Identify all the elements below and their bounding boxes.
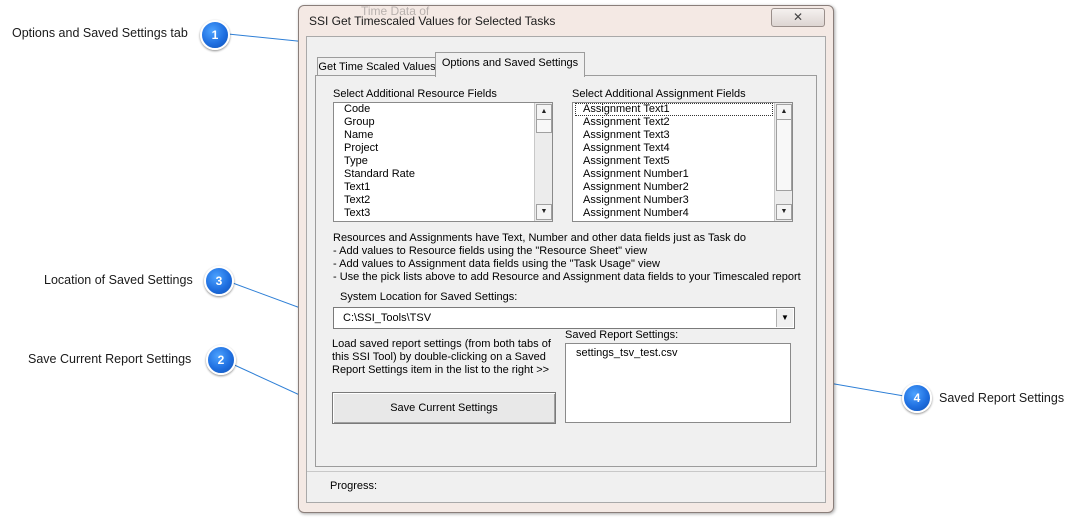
- assignment-fields-label: Select Additional Assignment Fields: [572, 88, 746, 100]
- load-text-line-1: Load saved report settings (from both ta…: [332, 338, 551, 350]
- status-divider: [307, 471, 825, 472]
- location-label: System Location for Saved Settings:: [340, 291, 518, 303]
- save-current-settings-button[interactable]: Save Current Settings: [332, 392, 556, 424]
- saved-settings-listbox[interactable]: settings_tsv_test.csv: [565, 343, 791, 423]
- close-icon: ✕: [792, 10, 804, 24]
- list-item[interactable]: Standard Rate: [334, 168, 535, 181]
- scroll-down-arrow-icon[interactable]: ▼: [536, 204, 552, 220]
- list-item[interactable]: Assignment Text3: [573, 129, 775, 142]
- progress-label: Progress:: [330, 480, 378, 492]
- title-bar[interactable]: Time Data of SSI Get Timescaled Values f…: [299, 4, 833, 36]
- scroll-up-arrow-icon[interactable]: ▲: [776, 104, 792, 120]
- location-combobox[interactable]: C:\SSI_Tools\TSV ▼: [333, 307, 795, 329]
- list-item[interactable]: Assignment Text1: [575, 103, 773, 116]
- list-item[interactable]: Text1: [334, 181, 535, 194]
- scroll-down-arrow-icon[interactable]: ▼: [776, 204, 792, 220]
- tab-panel-options: Select Additional Resource Fields Code G…: [315, 75, 817, 467]
- info-line-3: - Add values to Assignment data fields u…: [333, 258, 660, 270]
- list-item[interactable]: Code: [334, 103, 535, 116]
- info-line-2: - Add values to Resource fields using th…: [333, 245, 648, 257]
- callout-label-saved-report: Saved Report Settings: [939, 391, 1065, 405]
- assignment-fields-listbox[interactable]: Assignment Text1 Assignment Text2 Assign…: [572, 102, 793, 222]
- list-item[interactable]: Name: [334, 129, 535, 142]
- list-item[interactable]: Project: [334, 142, 535, 155]
- callout-label-options-tab: Options and Saved Settings tab: [12, 26, 188, 40]
- callout-badge-2: 2: [206, 345, 236, 375]
- list-item[interactable]: Text2: [334, 194, 535, 207]
- resource-fields-scrollbar[interactable]: ▲ ▼: [534, 103, 552, 221]
- list-item[interactable]: Assignment Number2: [573, 181, 775, 194]
- load-text-line-3: Report Settings item in the list to the …: [332, 364, 550, 376]
- location-value: C:\SSI_Tools\TSV: [343, 312, 432, 324]
- list-item[interactable]: settings_tsv_test.csv: [566, 347, 790, 360]
- scroll-thumb[interactable]: [776, 119, 792, 191]
- list-item[interactable]: Group: [334, 116, 535, 129]
- callout-badge-3: 3: [204, 266, 234, 296]
- window-title: SSI Get Timescaled Values for Selected T…: [309, 14, 556, 28]
- close-button[interactable]: ✕: [771, 8, 825, 27]
- tab-options-and-saved-settings[interactable]: Options and Saved Settings: [435, 52, 585, 77]
- callout-label-location: Location of Saved Settings: [44, 273, 193, 287]
- resource-fields-listbox[interactable]: Code Group Name Project Type Standard Ra…: [333, 102, 553, 222]
- load-text-line-2: this SSI Tool) by double-clicking on a S…: [332, 351, 546, 363]
- list-item[interactable]: Assignment Number3: [573, 194, 775, 207]
- list-item[interactable]: Assignment Number1: [573, 168, 775, 181]
- callout-badge-4: 4: [902, 383, 932, 413]
- list-item[interactable]: Assignment Text2: [573, 116, 775, 129]
- scroll-up-arrow-icon[interactable]: ▲: [536, 104, 552, 120]
- info-line-4: - Use the pick lists above to add Resour…: [333, 271, 801, 283]
- list-item[interactable]: Assignment Text4: [573, 142, 775, 155]
- list-item[interactable]: Text3: [334, 207, 535, 220]
- list-item[interactable]: Assignment Text5: [573, 155, 775, 168]
- info-line-1: Resources and Assignments have Text, Num…: [333, 232, 746, 244]
- callout-label-save-current: Save Current Report Settings: [28, 352, 192, 366]
- tab-get-time-scaled-values[interactable]: Get Time Scaled Values: [317, 57, 437, 75]
- resource-fields-label: Select Additional Resource Fields: [333, 88, 497, 100]
- assignment-fields-scrollbar[interactable]: ▲ ▼: [774, 103, 792, 221]
- saved-settings-label: Saved Report Settings:: [565, 329, 679, 341]
- dialog-window: Time Data of SSI Get Timescaled Values f…: [298, 4, 834, 513]
- chevron-down-icon[interactable]: ▼: [776, 309, 793, 327]
- callout-badge-1: 1: [200, 20, 230, 50]
- scroll-thumb[interactable]: [536, 119, 552, 133]
- list-item[interactable]: Assignment Number4: [573, 207, 775, 220]
- list-item[interactable]: Type: [334, 155, 535, 168]
- dialog-client-area: Get Time Scaled Values Select Additional…: [306, 36, 826, 503]
